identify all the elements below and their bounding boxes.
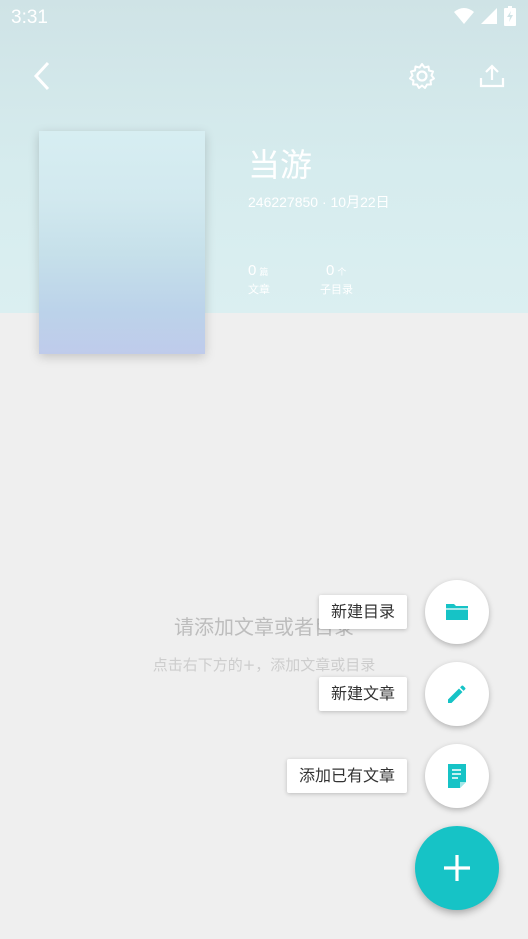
- stat-subfolders-value: 0: [326, 262, 335, 279]
- status-time: 3:31: [11, 7, 48, 28]
- new-folder-button[interactable]: [425, 580, 489, 644]
- collection-title: 当游: [248, 146, 313, 184]
- stat-articles-unit: 篇: [259, 268, 269, 278]
- stat-articles-label: 文章: [248, 283, 270, 296]
- stat-subfolders-label: 子目录: [320, 283, 353, 296]
- chevron-left-icon: [33, 61, 50, 91]
- add-fab-button[interactable]: [415, 826, 499, 910]
- new-folder-label[interactable]: 新建目录: [318, 595, 407, 629]
- share-button[interactable]: [470, 54, 514, 98]
- back-button[interactable]: [20, 54, 64, 98]
- add-existing-article-label[interactable]: 添加已有文章: [286, 759, 407, 793]
- gear-icon: [409, 63, 435, 89]
- signal-icon: [481, 8, 497, 24]
- folder-icon: [446, 604, 468, 620]
- stat-subfolders-unit: 个: [337, 268, 347, 278]
- collection-meta: 246227850 · 10月22日: [248, 194, 390, 210]
- stat-articles-value: 0: [248, 262, 257, 279]
- settings-button[interactable]: [400, 54, 444, 98]
- new-article-button[interactable]: [425, 662, 489, 726]
- upload-icon: [479, 64, 505, 88]
- add-existing-article-button[interactable]: [425, 744, 489, 808]
- new-article-label[interactable]: 新建文章: [318, 677, 407, 711]
- battery-icon: [504, 6, 516, 26]
- collection-cover-image[interactable]: [39, 131, 205, 354]
- status-bar: 3:31: [0, 0, 528, 36]
- document-icon: [448, 764, 466, 788]
- pencil-icon: [448, 685, 466, 703]
- stat-subfolders: 0个 子目录: [320, 260, 353, 297]
- wifi-icon: [454, 8, 474, 24]
- plus-icon: [444, 855, 470, 881]
- status-icons: [454, 6, 516, 26]
- stat-articles: 0篇 文章: [248, 260, 270, 297]
